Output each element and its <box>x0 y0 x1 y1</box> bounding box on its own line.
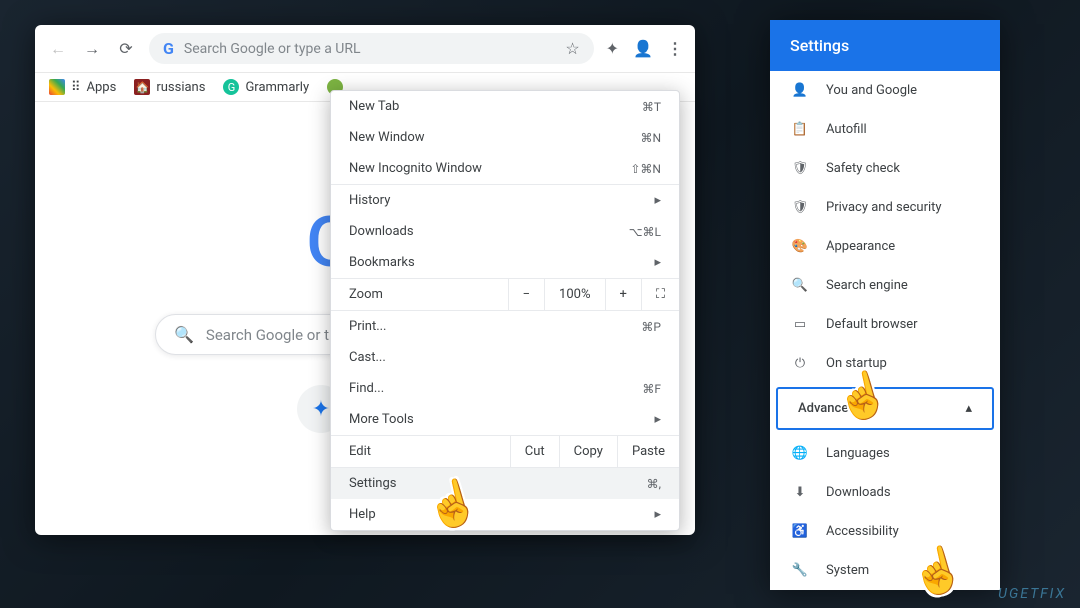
zoom-in-button[interactable]: + <box>606 279 642 310</box>
shield-icon: 🛡 <box>790 200 810 215</box>
chevron-up-icon: ▴ <box>965 401 972 416</box>
copy-button[interactable]: Copy <box>560 436 618 467</box>
menu-new-tab[interactable]: New Tab⌘T <box>331 91 679 122</box>
back-button[interactable]: ← <box>47 38 69 60</box>
chevron-right-icon: ▸ <box>654 412 661 427</box>
apps-icon: ⠿ <box>49 79 65 95</box>
zoom-out-button[interactable]: − <box>509 279 545 310</box>
toolbar: ← → ⟳ G Search Google or type a URL ☆ ✦ … <box>35 25 695 73</box>
omnibox-placeholder: Search Google or type a URL <box>184 41 361 57</box>
settings-privacy[interactable]: 🛡Privacy and security <box>770 188 1000 227</box>
search-placeholder: Search Google or t <box>206 326 329 344</box>
bookmark-item[interactable]: G Grammarly <box>223 79 309 95</box>
settings-search-engine[interactable]: 🔍Search engine <box>770 266 1000 305</box>
accessibility-icon: ♿ <box>790 524 810 539</box>
forward-button[interactable]: → <box>81 38 103 60</box>
favicon: 🏠 <box>134 79 150 95</box>
paste-button[interactable]: Paste <box>618 436 679 467</box>
menu-incognito[interactable]: New Incognito Window⇧⌘N <box>331 153 679 184</box>
power-icon: ⏻ <box>790 356 810 371</box>
chevron-right-icon: ▸ <box>654 255 661 270</box>
menu-new-window[interactable]: New Window⌘N <box>331 122 679 153</box>
menu-cast[interactable]: Cast... <box>331 342 679 373</box>
omnibox[interactable]: G Search Google or type a URL ☆ <box>149 33 594 64</box>
person-icon: 👤 <box>790 83 810 98</box>
settings-safety-check[interactable]: 🛡Safety check <box>770 149 1000 188</box>
settings-advanced-toggle[interactable]: Advanced ▴ <box>776 387 994 430</box>
settings-languages[interactable]: 🌐Languages <box>770 434 1000 473</box>
settings-accessibility[interactable]: ♿Accessibility <box>770 512 1000 551</box>
settings-autofill[interactable]: 📋Autofill <box>770 110 1000 149</box>
chrome-main-menu: New Tab⌘T New Window⌘N New Incognito Win… <box>330 90 680 531</box>
settings-system[interactable]: 🔧System <box>770 551 1000 590</box>
star-icon[interactable]: ☆ <box>565 39 579 58</box>
bookmark-item[interactable]: 🏠 russians <box>134 79 205 95</box>
settings-default-browser[interactable]: ▭Default browser <box>770 305 1000 344</box>
palette-icon: 🎨 <box>790 239 810 254</box>
fullscreen-button[interactable]: ⛶ <box>642 279 679 310</box>
google-g-icon: G <box>163 39 174 58</box>
extensions-icon[interactable]: ✦ <box>606 39 619 58</box>
menu-zoom: Zoom − 100% + ⛶ <box>331 279 679 310</box>
browser-icon: ▭ <box>790 317 810 332</box>
menu-settings[interactable]: Settings⌘, <box>331 468 679 499</box>
menu-edit-row: Edit Cut Copy Paste <box>331 436 679 467</box>
wrench-icon: 🔧 <box>790 563 810 578</box>
chevron-right-icon: ▸ <box>654 507 661 522</box>
settings-downloads[interactable]: ⬇Downloads <box>770 473 1000 512</box>
settings-appearance[interactable]: 🎨Appearance <box>770 227 1000 266</box>
favicon: G <box>223 79 239 95</box>
menu-more-tools[interactable]: More Tools▸ <box>331 404 679 435</box>
chevron-right-icon: ▸ <box>654 193 661 208</box>
watermark: UGETFIX <box>998 586 1066 602</box>
menu-help[interactable]: Help▸ <box>331 499 679 530</box>
globe-icon: 🌐 <box>790 446 810 461</box>
zoom-level: 100% <box>545 279 605 310</box>
search-icon: 🔍 <box>174 325 194 344</box>
settings-you-and-google[interactable]: 👤You and Google <box>770 71 1000 110</box>
menu-bookmarks[interactable]: Bookmarks▸ <box>331 247 679 278</box>
clipboard-icon: 📋 <box>790 122 810 137</box>
settings-on-startup[interactable]: ⏻On startup <box>770 344 1000 383</box>
reload-button[interactable]: ⟳ <box>115 38 137 60</box>
cut-button[interactable]: Cut <box>511 436 560 467</box>
menu-icon[interactable]: ⋮ <box>667 39 683 58</box>
download-icon: ⬇ <box>790 485 810 500</box>
menu-history[interactable]: History▸ <box>331 185 679 216</box>
menu-find[interactable]: Find...⌘F <box>331 373 679 404</box>
shield-check-icon: 🛡 <box>790 161 810 176</box>
settings-title: Settings <box>770 20 1000 71</box>
settings-panel: Settings 👤You and Google 📋Autofill 🛡Safe… <box>770 20 1000 590</box>
profile-icon[interactable]: 👤 <box>633 39 653 58</box>
search-icon: 🔍 <box>790 278 810 293</box>
apps-shortcut[interactable]: ⠿ ⠿ Apps <box>49 79 116 95</box>
menu-downloads[interactable]: Downloads⌥⌘L <box>331 216 679 247</box>
menu-print[interactable]: Print...⌘P <box>331 311 679 342</box>
